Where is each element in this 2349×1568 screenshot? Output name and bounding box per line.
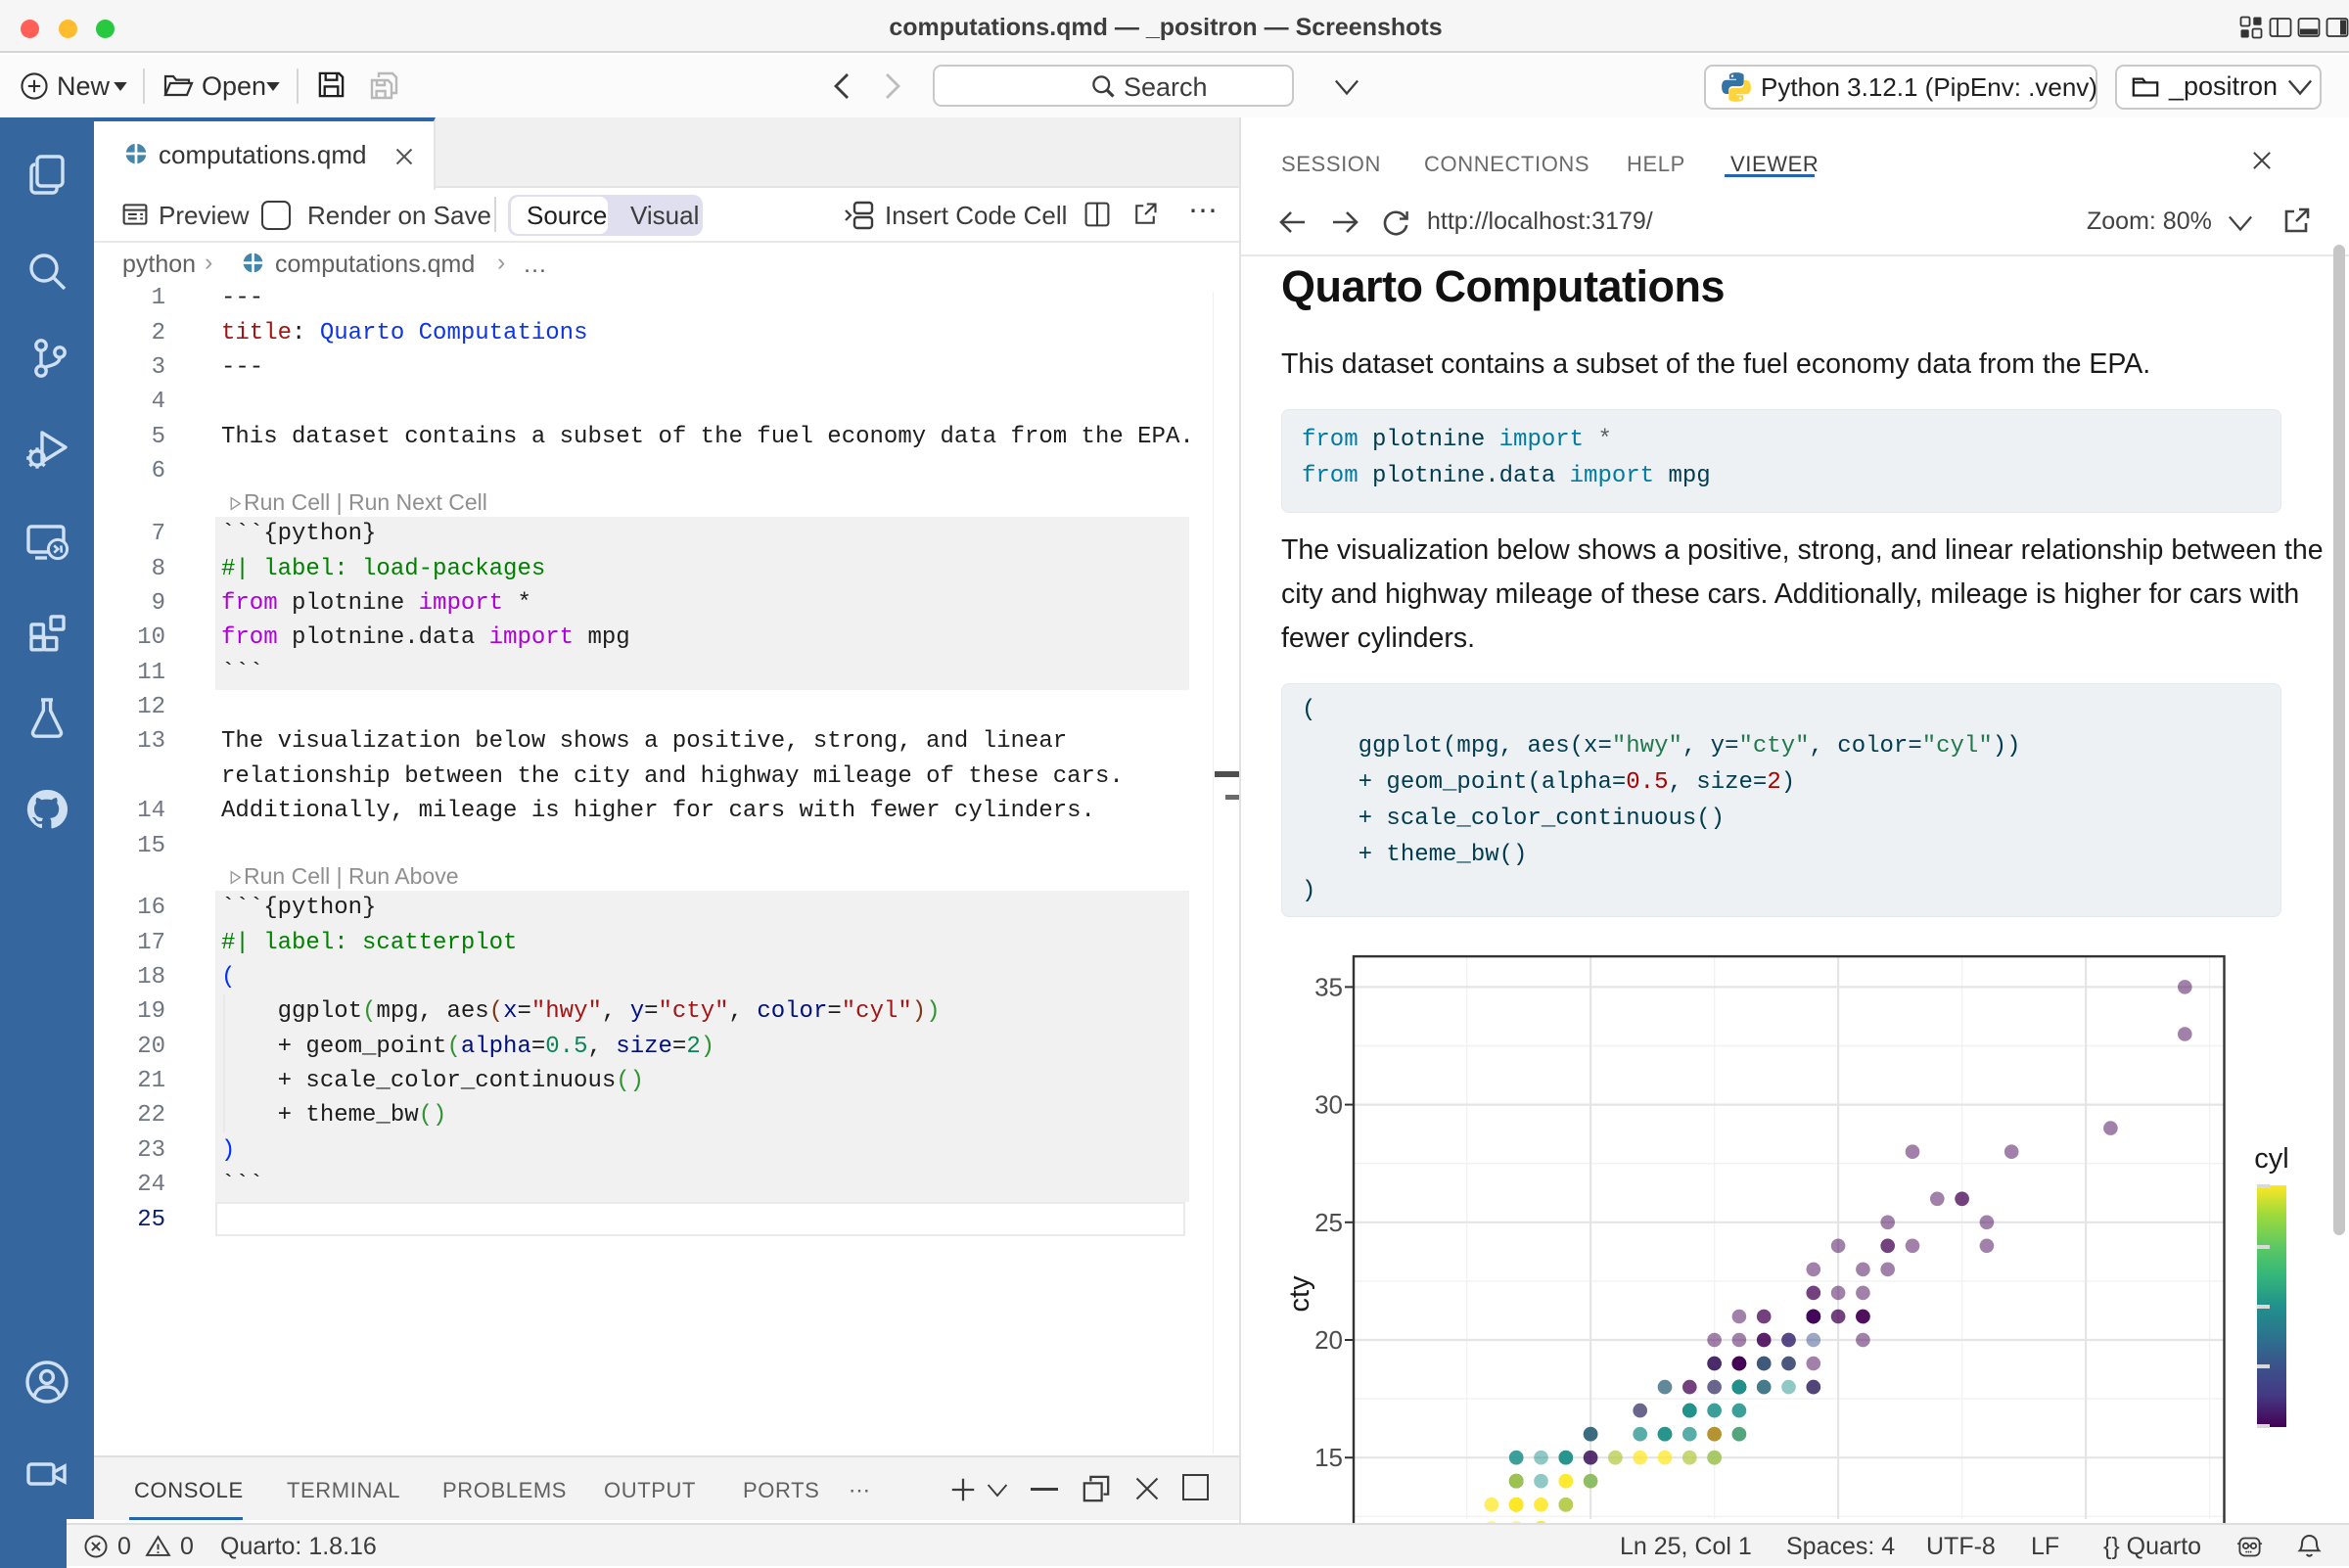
- svg-text:30: 30: [1314, 1090, 1343, 1120]
- svg-text:25: 25: [1314, 1208, 1343, 1237]
- svg-text:cty: cty: [1284, 1275, 1315, 1313]
- svg-text:20: 20: [1314, 1325, 1343, 1355]
- svg-text:35: 35: [1314, 972, 1343, 1001]
- svg-text:cyl: cyl: [2254, 1143, 2288, 1175]
- svg-text:15: 15: [1314, 1443, 1343, 1472]
